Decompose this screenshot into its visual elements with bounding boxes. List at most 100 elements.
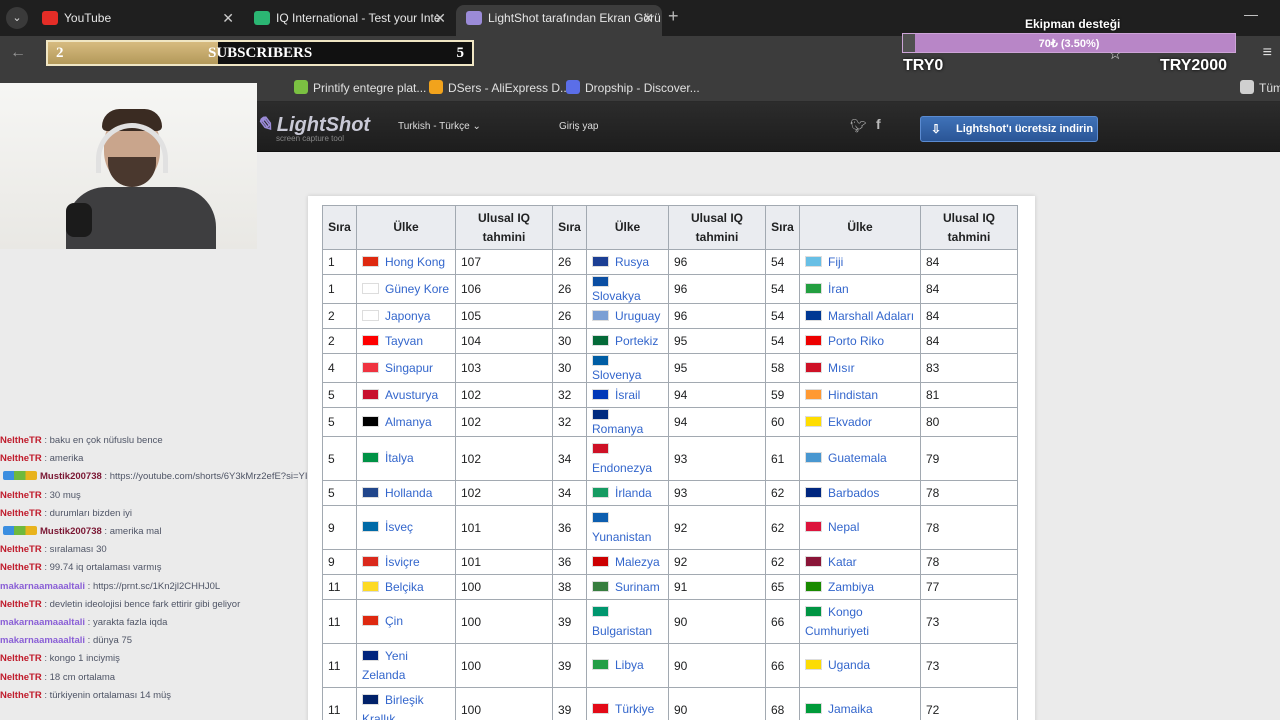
- country-link[interactable]: İsviçre: [385, 555, 420, 569]
- download-button[interactable]: ⇩ Lightshot'ı ücretsiz indirin: [920, 116, 1098, 142]
- country-link[interactable]: Romanya: [592, 422, 643, 436]
- tab-youtube[interactable]: YouTube ✕: [32, 5, 242, 36]
- bookmark-dropship[interactable]: Dropship - Discover...: [566, 80, 700, 95]
- country-cell: Uganda: [799, 643, 921, 688]
- rank-cell: 26: [552, 303, 587, 329]
- country-link[interactable]: Hindistan: [828, 388, 878, 402]
- country-link[interactable]: Çin: [385, 614, 403, 628]
- country-link[interactable]: Surinam: [615, 580, 660, 594]
- chat-text: : devletin ideolojisi bence fark ettirir…: [41, 598, 241, 610]
- chat-text: : sıralaması 30: [41, 544, 107, 556]
- country-cell: İrlanda: [586, 480, 669, 506]
- bookmark-all[interactable]: Tüm: [1240, 80, 1280, 95]
- flag-icon: [805, 283, 822, 294]
- country-link[interactable]: İtalya: [385, 451, 414, 465]
- iq-cell: 94: [668, 407, 766, 437]
- facebook-icon[interactable]: f: [876, 116, 881, 132]
- country-link[interactable]: Barbados: [828, 486, 879, 500]
- country-link[interactable]: Yunanistan: [592, 530, 651, 544]
- rank-cell: 54: [765, 249, 800, 275]
- reading-list-icon[interactable]: ≡: [1263, 44, 1272, 62]
- country-link[interactable]: Fiji: [828, 255, 843, 269]
- rank-cell: 54: [765, 328, 800, 354]
- iq-cell: 72: [920, 687, 1018, 720]
- twitter-icon[interactable]: 🐦︎: [850, 118, 867, 134]
- country-link[interactable]: Slovakya: [592, 289, 641, 303]
- rank-cell: 26: [552, 249, 587, 275]
- country-link[interactable]: Katar: [828, 555, 857, 569]
- iq-cell: 95: [668, 353, 766, 383]
- minimize-button[interactable]: —: [1244, 6, 1258, 22]
- country-link[interactable]: Uganda: [828, 658, 870, 672]
- iq-cell: 94: [668, 382, 766, 408]
- iq-cell: 90: [668, 687, 766, 720]
- country-link[interactable]: Slovenya: [592, 368, 641, 382]
- rank-cell: 34: [552, 480, 587, 506]
- iq-cell: 93: [668, 436, 766, 481]
- country-link[interactable]: Türkiye: [615, 702, 654, 716]
- country-link[interactable]: Porto Riko: [828, 334, 884, 348]
- country-link[interactable]: Jamaika: [828, 702, 873, 716]
- country-link[interactable]: Tayvan: [385, 334, 423, 348]
- country-link[interactable]: Uruguay: [615, 309, 660, 323]
- subscriber-label: SUBSCRIBERS: [208, 45, 313, 61]
- flag-icon: [805, 256, 822, 267]
- chat-username: makarnaamaaaltali: [0, 635, 86, 647]
- close-icon[interactable]: ✕: [642, 5, 654, 31]
- country-link[interactable]: Guatemala: [828, 451, 887, 465]
- tab-lightshot[interactable]: LightShot tarafından Ekran Görü ✕: [456, 5, 662, 36]
- rank-cell: 5: [322, 436, 357, 481]
- col-header: Sıra: [765, 205, 800, 250]
- country-link[interactable]: Rusya: [615, 255, 649, 269]
- country-link[interactable]: Singapur: [385, 361, 433, 375]
- rank-cell: 36: [552, 549, 587, 575]
- back-arrow-icon[interactable]: ←: [10, 44, 26, 62]
- chat-username: NeltheTR: [0, 598, 42, 610]
- country-link[interactable]: Marshall Adaları: [828, 309, 914, 323]
- tab-iq-international[interactable]: IQ International - Test your Inte ✕: [244, 5, 454, 36]
- close-icon[interactable]: ✕: [434, 5, 446, 31]
- chat-username: Mustik200738: [40, 526, 102, 538]
- country-link[interactable]: İran: [828, 282, 849, 296]
- download-icon: ⇩: [931, 122, 942, 136]
- country-link[interactable]: Hollanda: [385, 486, 432, 500]
- feather-icon: ✎: [256, 114, 273, 136]
- country-link[interactable]: Bulgaristan: [592, 624, 652, 638]
- country-link[interactable]: Malezya: [615, 555, 660, 569]
- flag-icon: [362, 335, 379, 346]
- flag-icon: [362, 310, 379, 321]
- country-cell: Belçika: [356, 574, 456, 600]
- country-link[interactable]: Mısır: [828, 361, 855, 375]
- country-link[interactable]: Belçika: [385, 580, 424, 594]
- country-link[interactable]: Zambiya: [828, 580, 874, 594]
- country-link[interactable]: Nepal: [828, 520, 859, 534]
- country-cell: İsrail: [586, 382, 669, 408]
- chat-text: : amerika mal: [101, 526, 162, 538]
- new-tab-button[interactable]: +: [668, 6, 679, 27]
- bookmark-label: Printify entegre plat...: [313, 81, 427, 95]
- country-link[interactable]: Japonya: [385, 309, 430, 323]
- table-row: 11 Belçika 100 38 Surinam 91 65 Zambiya 77: [322, 574, 1018, 600]
- country-link[interactable]: İrlanda: [615, 486, 652, 500]
- bookmark-printify[interactable]: Printify entegre plat...: [294, 80, 426, 95]
- country-link[interactable]: İsrail: [615, 388, 640, 402]
- country-link[interactable]: Hong Kong: [385, 255, 445, 269]
- language-selector[interactable]: Turkish - Türkçe ⌄: [398, 121, 481, 132]
- close-icon[interactable]: ✕: [222, 5, 234, 31]
- country-link[interactable]: Libya: [615, 658, 644, 672]
- chat-username: NeltheTR: [0, 544, 42, 556]
- flag-icon: [592, 442, 609, 454]
- login-link[interactable]: Giriş yap: [559, 121, 598, 132]
- country-link[interactable]: Güney Kore: [385, 282, 449, 296]
- country-link[interactable]: İsveç: [385, 520, 413, 534]
- iq-cell: 100: [455, 599, 553, 644]
- country-cell: Hindistan: [799, 382, 921, 408]
- country-link[interactable]: Avusturya: [385, 388, 438, 402]
- country-link[interactable]: Almanya: [385, 415, 432, 429]
- country-link[interactable]: Portekiz: [615, 334, 658, 348]
- country-link[interactable]: Ekvador: [828, 415, 872, 429]
- country-link[interactable]: Endonezya: [592, 461, 652, 475]
- rank-cell: 11: [322, 599, 357, 644]
- bookmark-dsers[interactable]: DSers - AliExpress D...: [429, 80, 570, 95]
- tab-search-button[interactable]: ⌄: [6, 7, 28, 29]
